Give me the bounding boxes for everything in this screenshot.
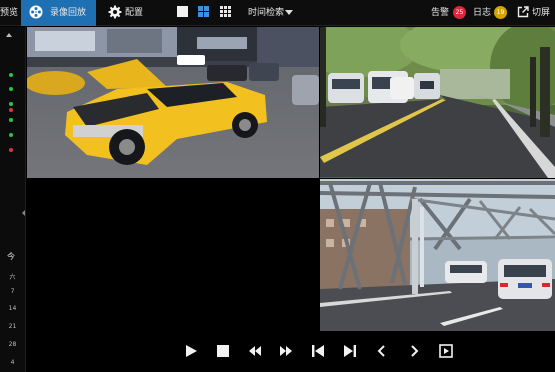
switch-screen-button[interactable]: 切屏 bbox=[516, 0, 555, 26]
gear-icon bbox=[108, 5, 122, 19]
chevron-left-icon[interactable] bbox=[375, 344, 389, 358]
chevron-down-icon bbox=[285, 10, 293, 15]
play-icon[interactable] bbox=[184, 344, 198, 358]
collapse-up-icon[interactable] bbox=[6, 33, 12, 37]
camera-feed-street bbox=[27, 27, 319, 178]
tab-playback-label: 录像回放 bbox=[50, 8, 87, 18]
collapse-panel-icon[interactable] bbox=[22, 210, 25, 216]
video-cell-2[interactable] bbox=[320, 27, 555, 178]
rewind-icon[interactable] bbox=[248, 344, 262, 358]
log-button[interactable]: 日志 19 bbox=[473, 0, 511, 26]
channel-status-dot[interactable] bbox=[9, 102, 13, 106]
camera-feed-road bbox=[320, 27, 555, 178]
calendar-day[interactable]: 4 bbox=[0, 359, 25, 366]
calendar-day[interactable]: 21 bbox=[0, 323, 25, 330]
stop-icon[interactable] bbox=[216, 344, 230, 358]
calendar-weekday: 六 bbox=[9, 274, 16, 281]
video-cell-4[interactable] bbox=[320, 179, 555, 331]
channel-status-dot[interactable] bbox=[9, 118, 13, 122]
channel-status-dot[interactable] bbox=[9, 133, 13, 137]
alarm-count-badge: 25 bbox=[453, 6, 466, 19]
switch-screen-label: 切屏 bbox=[532, 8, 551, 18]
tab-config-label: 配置 bbox=[125, 8, 144, 18]
fast-forward-icon[interactable] bbox=[279, 344, 293, 358]
next-frame-icon[interactable] bbox=[343, 344, 357, 358]
log-label: 日志 bbox=[473, 8, 492, 18]
camera-feed-bridge bbox=[320, 179, 555, 331]
alarm-button[interactable]: 告警 25 bbox=[431, 0, 467, 26]
chevron-right-icon[interactable] bbox=[407, 344, 421, 358]
playback-controls bbox=[26, 331, 555, 372]
layout-nine-button[interactable] bbox=[220, 6, 231, 17]
tab-config[interactable]: 配置 bbox=[104, 0, 154, 26]
calendar-day[interactable]: 28 bbox=[0, 341, 25, 348]
video-grid bbox=[26, 27, 555, 331]
layout-single-button[interactable] bbox=[177, 6, 188, 17]
previous-frame-icon[interactable] bbox=[311, 344, 325, 358]
log-count-badge: 19 bbox=[494, 6, 507, 19]
channel-status-dot[interactable] bbox=[9, 73, 13, 77]
channel-status-dot[interactable] bbox=[9, 87, 13, 91]
channel-status-dot[interactable] bbox=[9, 108, 13, 112]
top-bar: 预览 录像回放 配置 时间检索 告警 25 日志 19 切屏 bbox=[0, 0, 555, 26]
channel-status-dot[interactable] bbox=[9, 148, 13, 152]
tab-preview[interactable]: 预览 bbox=[0, 0, 18, 26]
video-cell-3[interactable] bbox=[27, 179, 319, 331]
alarm-label: 告警 bbox=[431, 8, 450, 18]
film-reel-icon bbox=[29, 5, 43, 19]
tab-playback[interactable]: 录像回放 bbox=[21, 0, 96, 26]
layout-quad-button[interactable] bbox=[198, 6, 209, 17]
calendar-today[interactable]: 今 bbox=[7, 251, 15, 262]
time-search-dropdown[interactable]: 时间检索 bbox=[244, 0, 296, 26]
channel-sidebar: 今 六 7 14 21 28 4 bbox=[0, 27, 26, 372]
calendar-day[interactable]: 14 bbox=[0, 305, 25, 312]
video-cell-1[interactable] bbox=[27, 27, 319, 178]
calendar-day[interactable]: 7 bbox=[0, 288, 25, 295]
external-link-icon bbox=[517, 6, 529, 18]
time-search-label: 时间检索 bbox=[248, 8, 285, 18]
snapshot-icon[interactable] bbox=[439, 344, 453, 358]
